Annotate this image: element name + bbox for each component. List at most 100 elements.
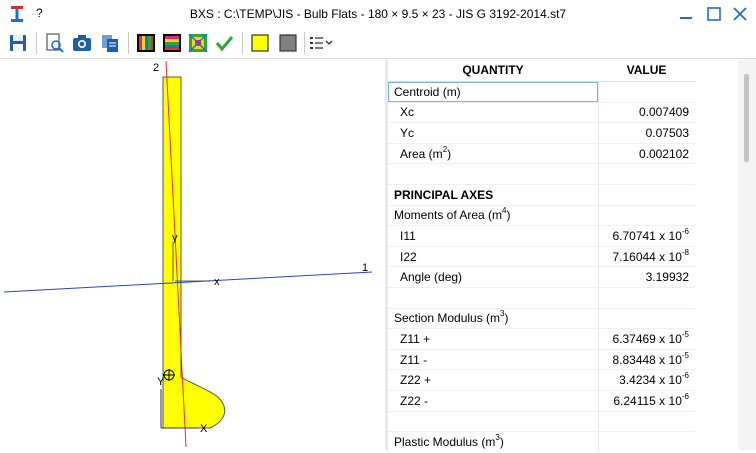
value-cell[interactable]: 3.4234 x 10-6 [598, 369, 695, 391]
quantity-label: Centroid (m) [394, 84, 461, 99]
save-icon[interactable] [6, 31, 30, 55]
camera-icon[interactable] [70, 31, 94, 55]
scrollbar-thumb[interactable] [744, 74, 749, 162]
value-cell[interactable] [598, 205, 695, 227]
axis-1-label: 1 [362, 262, 369, 274]
value-text: 7.16044 x 10 [612, 249, 682, 264]
table-row[interactable]: Moments of Area (m4) [388, 205, 695, 227]
section-drawing [3, 60, 373, 448]
table-row[interactable]: Angle (deg) 3.19932 [388, 266, 695, 288]
color-map-3-icon[interactable] [186, 31, 210, 55]
check-icon[interactable] [212, 31, 236, 55]
color-map-1-icon[interactable] [134, 31, 158, 55]
value-cell[interactable]: 0.07503 [598, 122, 695, 144]
value-cell[interactable] [598, 411, 695, 433]
quantity-cell[interactable]: Moments of Area (m4) [388, 205, 599, 227]
quantity-label: Plastic Modulus (m [394, 434, 496, 449]
table-row[interactable]: Plastic Modulus (m3) [388, 431, 695, 450]
quantity-label: Xc [400, 105, 415, 120]
table-row[interactable]: Centroid (m) [388, 81, 695, 103]
quantity-label: Z22 + [400, 373, 432, 388]
quantity-cell[interactable]: Z22 - [388, 390, 599, 412]
value-text: 6.24115 x 10 [613, 393, 682, 408]
quantity-label: PRINCIPAL AXES [394, 187, 494, 202]
quantity-label: Yc [400, 125, 415, 140]
value-cell[interactable] [598, 184, 695, 206]
minimize-icon[interactable] [672, 2, 700, 26]
section-canvas[interactable]: 2 1 x y X Y [0, 59, 386, 450]
value-cell[interactable]: 8.83448 x 10-5 [598, 349, 695, 371]
toolbar-separator [242, 32, 243, 54]
quantity-cell[interactable]: Angle (deg) [388, 266, 599, 288]
value-cell[interactable] [598, 81, 695, 103]
table-row[interactable] [388, 287, 695, 309]
value-cell[interactable]: 6.24115 x 10-6 [598, 390, 695, 412]
table-row[interactable] [388, 163, 695, 185]
quantity-cell[interactable]: Xc [388, 102, 599, 124]
quantity-label: I11 [400, 228, 416, 243]
value-cell[interactable]: 0.002102 [598, 143, 695, 165]
quantity-cell[interactable]: I11 [388, 225, 599, 247]
table-row[interactable]: Z11 + 6.37469 x 10-5 [388, 328, 695, 350]
quantity-cell[interactable] [388, 411, 599, 433]
table-row[interactable]: Z22 - 6.24115 x 10-6 [388, 390, 695, 412]
quantity-cell[interactable]: Z11 - [388, 349, 599, 371]
quantity-cell[interactable]: Plastic Modulus (m3) [388, 431, 599, 450]
copy-icon[interactable] [98, 31, 122, 55]
value-text: 0.002102 [638, 146, 689, 161]
vertical-scrollbar[interactable] [738, 59, 756, 450]
quantity-label: Section Modulus (m [394, 311, 501, 326]
table-row[interactable] [388, 411, 695, 433]
table-row[interactable]: Area (m2) 0.002102 [388, 143, 695, 165]
quantity-label-end: ) [506, 208, 511, 223]
value-cell[interactable]: 6.70741 x 10-6 [598, 225, 695, 247]
close-icon[interactable] [726, 2, 754, 26]
yellow-fill-icon[interactable] [248, 31, 272, 55]
value-cell[interactable] [598, 163, 695, 185]
table-row[interactable]: I11 6.70741 x 10-6 [388, 225, 695, 247]
quantity-cell[interactable]: I22 [388, 246, 599, 268]
quantity-cell[interactable]: Z22 + [388, 369, 599, 391]
quantity-cell[interactable] [388, 163, 599, 185]
value-cell[interactable]: 7.16044 x 10-8 [598, 246, 695, 268]
maximize-icon[interactable] [700, 2, 728, 26]
value-text: 8.83448 x 10 [612, 352, 682, 367]
table-row[interactable]: Z22 + 3.4234 x 10-6 [388, 369, 695, 391]
value-cell[interactable] [598, 431, 695, 450]
print-preview-icon[interactable] [42, 31, 66, 55]
value-cell[interactable]: 6.37469 x 10-5 [598, 328, 695, 350]
quantity-cell[interactable] [388, 287, 599, 309]
column-header-value[interactable]: VALUE [598, 59, 695, 82]
value-cell[interactable] [598, 287, 695, 309]
toolbar-separator [128, 32, 129, 54]
gray-fill-icon[interactable] [276, 31, 300, 55]
quantity-cell[interactable]: Yc [388, 122, 599, 144]
value-cell[interactable]: 0.007409 [598, 102, 695, 124]
quantity-cell[interactable]: Section Modulus (m3) [388, 308, 599, 330]
value-cell[interactable]: 3.19932 [598, 266, 695, 288]
horizontal-axis-line [3, 271, 373, 293]
quantity-cell[interactable]: Z11 + [388, 328, 599, 350]
column-header-quantity[interactable]: QUANTITY [388, 59, 598, 82]
table-row[interactable]: Yc 0.07503 [388, 122, 695, 144]
quantity-cell[interactable]: Centroid (m) [388, 81, 599, 103]
table-row[interactable]: Section Modulus (m3) [388, 308, 695, 330]
table-row[interactable]: Xc 0.007409 [388, 102, 695, 124]
value-exponent: -5 [681, 329, 689, 339]
table-row[interactable]: I22 7.16044 x 10-8 [388, 246, 695, 268]
quantity-label: Z11 - [400, 352, 428, 367]
list-options-icon[interactable] [308, 31, 334, 55]
origin-X-label: X [200, 423, 208, 435]
quantity-cell[interactable]: Area (m2) [388, 143, 599, 165]
color-map-2-icon[interactable] [160, 31, 184, 55]
origin-Y-label: Y [157, 376, 165, 388]
value-text: 6.37469 x 10 [612, 331, 682, 346]
toolbar-separator [304, 32, 305, 54]
table-row[interactable]: PRINCIPAL AXES [388, 184, 695, 206]
quantity-label: Z22 - [400, 393, 429, 408]
value-cell[interactable] [598, 308, 695, 330]
table-row[interactable]: Z11 - 8.83448 x 10-5 [388, 349, 695, 371]
properties-table: QUANTITY VALUE Centroid (m) Xc 0.007409 Yc 0… [388, 59, 695, 450]
axis-2-label: 2 [153, 62, 160, 74]
quantity-cell[interactable]: PRINCIPAL AXES [388, 184, 599, 206]
